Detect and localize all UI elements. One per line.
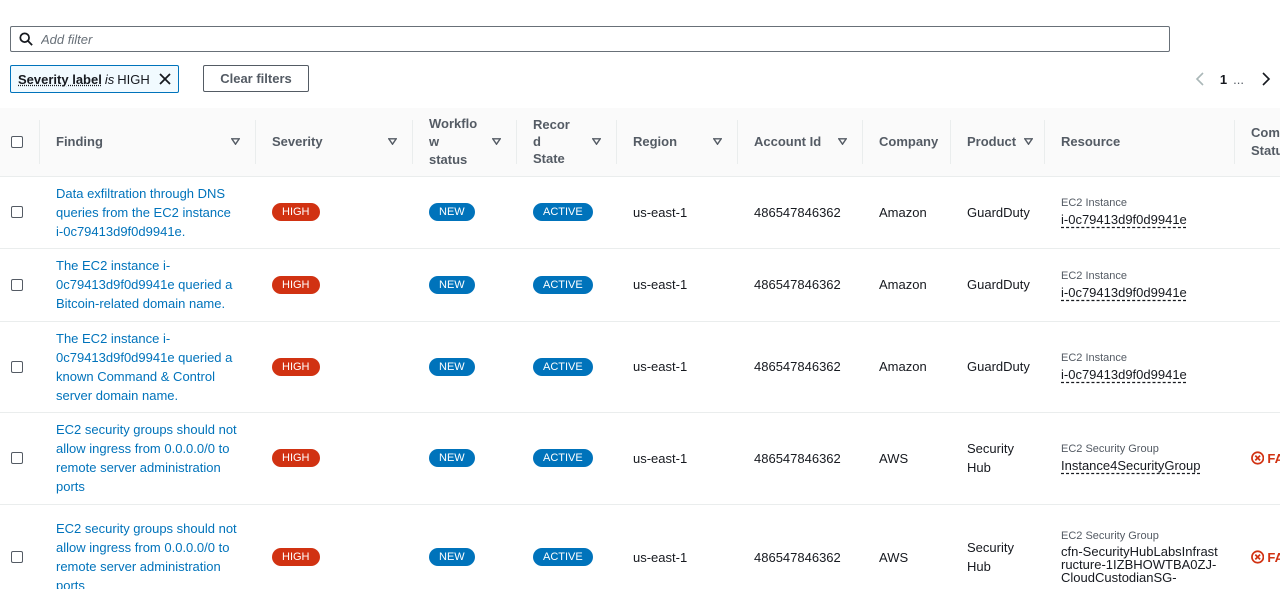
product-cell: GuardDuty xyxy=(951,321,1045,413)
resource-id[interactable]: Instance4SecurityGroup xyxy=(1061,458,1219,473)
findings-table: Finding Severity Workflo w status Recor … xyxy=(0,108,1280,589)
resource-type: EC2 Security Group xyxy=(1061,443,1159,455)
row-checkbox[interactable] xyxy=(11,360,23,373)
workflow-status-badge: NEW xyxy=(429,203,475,221)
resource-id[interactable]: cfn-SecurityHubLabsInfrastructure-1IZBHO… xyxy=(1061,545,1219,584)
sort-caret-icon[interactable] xyxy=(1024,138,1034,146)
finding-link[interactable]: Data exfiltration through DNS queries fr… xyxy=(56,184,240,241)
severity-badge: HIGH xyxy=(272,275,320,294)
failed-icon xyxy=(1251,550,1265,564)
sort-caret-icon[interactable] xyxy=(388,138,397,146)
resource-type: EC2 Security Group xyxy=(1061,530,1159,542)
pagination: 1 ... xyxy=(1186,68,1280,90)
account-id-cell: 486547846362 xyxy=(738,176,863,249)
sort-caret-icon[interactable] xyxy=(231,138,240,146)
row-checkbox[interactable] xyxy=(11,206,23,218)
column-header[interactable]: Company xyxy=(863,108,951,177)
page-number[interactable]: 1 xyxy=(1220,72,1227,87)
sort-caret-icon[interactable] xyxy=(592,138,601,146)
compliance-status: FA xyxy=(1251,451,1280,466)
company-cell: Amazon xyxy=(863,248,951,322)
table-row: The EC2 instance i-0c79413d9f0d9941e que… xyxy=(0,321,1280,413)
company-cell: Amazon xyxy=(863,321,951,413)
record-state-badge: ACTIVE xyxy=(533,275,593,294)
table-row: The EC2 instance i-0c79413d9f0d9941e que… xyxy=(0,248,1280,322)
token-operator: is xyxy=(104,71,115,87)
column-header[interactable]: Product xyxy=(951,108,1045,177)
table-row: Data exfiltration through DNS queries fr… xyxy=(0,176,1280,249)
resource-id[interactable]: i-0c79413d9f0d9941e xyxy=(1061,367,1219,382)
filter-bar[interactable] xyxy=(10,26,1170,52)
column-header[interactable]: Severity xyxy=(256,108,413,177)
column-header[interactable]: Workflo w status xyxy=(413,108,517,177)
record-state-badge: ACTIVE xyxy=(533,449,593,467)
page-ellipsis: ... xyxy=(1233,71,1244,87)
sort-caret-icon[interactable] xyxy=(492,138,501,146)
region-cell: us-east-1 xyxy=(617,176,738,249)
row-checkbox[interactable] xyxy=(11,452,23,464)
workflow-status-badge: NEW xyxy=(429,357,475,376)
token-value: HIGH xyxy=(117,71,150,87)
sort-caret-icon[interactable] xyxy=(838,138,847,146)
workflow-status-badge: NEW xyxy=(429,449,475,467)
row-checkbox[interactable] xyxy=(11,551,23,563)
severity-badge: HIGH xyxy=(272,548,320,566)
account-id-cell: 486547846362 xyxy=(738,504,863,589)
chevron-left-icon[interactable] xyxy=(1194,72,1206,86)
column-header[interactable]: Comp Statu xyxy=(1235,108,1280,177)
workflow-status-badge: NEW xyxy=(429,548,475,566)
region-cell: us-east-1 xyxy=(617,504,738,589)
workflow-status-badge: NEW xyxy=(429,275,475,294)
account-id-cell: 486547846362 xyxy=(738,412,863,505)
compliance-status: FA xyxy=(1251,550,1280,565)
account-id-cell: 486547846362 xyxy=(738,248,863,322)
close-icon[interactable] xyxy=(158,72,172,86)
select-all-checkbox[interactable] xyxy=(11,135,23,148)
record-state-badge: ACTIVE xyxy=(533,203,593,221)
finding-link[interactable]: EC2 security groups should not allow ing… xyxy=(56,420,240,496)
record-state-badge: ACTIVE xyxy=(533,357,593,376)
company-cell: AWS xyxy=(863,412,951,505)
token-label: Severity label xyxy=(18,71,102,87)
product-cell: GuardDuty xyxy=(951,176,1045,249)
column-header[interactable]: Account Id xyxy=(738,108,863,177)
company-cell: AWS xyxy=(863,504,951,589)
resource-type: EC2 Instance xyxy=(1061,269,1128,282)
row-checkbox[interactable] xyxy=(11,278,23,291)
chevron-right-icon[interactable] xyxy=(1260,72,1272,86)
finding-link[interactable]: The EC2 instance i-0c79413d9f0d9941e que… xyxy=(56,256,240,313)
record-state-badge: ACTIVE xyxy=(533,548,593,566)
column-header[interactable]: Finding xyxy=(40,108,256,177)
resource-id[interactable]: i-0c79413d9f0d9941e xyxy=(1061,285,1219,300)
region-cell: us-east-1 xyxy=(617,412,738,505)
severity-badge: HIGH xyxy=(272,203,320,221)
account-id-cell: 486547846362 xyxy=(738,321,863,413)
region-cell: us-east-1 xyxy=(617,248,738,322)
table-row: EC2 security groups should not allow ing… xyxy=(0,412,1280,505)
severity-badge: HIGH xyxy=(272,357,320,376)
region-cell: us-east-1 xyxy=(617,321,738,413)
table-row: EC2 security groups should not allow ing… xyxy=(0,504,1280,589)
search-icon xyxy=(19,32,33,46)
resource-type: EC2 Instance xyxy=(1061,197,1128,209)
resource-type: EC2 Instance xyxy=(1061,351,1128,364)
clear-filters-button[interactable]: Clear filters xyxy=(203,65,309,92)
filter-token: Severity label is HIGH xyxy=(10,65,179,93)
column-header[interactable]: Region xyxy=(617,108,738,177)
product-cell: GuardDuty xyxy=(951,248,1045,322)
product-cell: Security Hub xyxy=(951,412,1045,505)
finding-link[interactable]: The EC2 instance i-0c79413d9f0d9941e que… xyxy=(56,329,240,405)
column-header[interactable]: Resource xyxy=(1045,108,1235,177)
product-cell: Security Hub xyxy=(951,504,1045,589)
resource-id[interactable]: i-0c79413d9f0d9941e xyxy=(1061,212,1219,227)
failed-icon xyxy=(1251,451,1265,465)
company-cell: Amazon xyxy=(863,176,951,249)
column-header[interactable]: Recor d State xyxy=(517,108,617,177)
table-header: Finding Severity Workflo w status Recor … xyxy=(0,108,1280,177)
filter-input[interactable] xyxy=(41,31,1141,47)
severity-badge: HIGH xyxy=(272,449,320,467)
sort-caret-icon[interactable] xyxy=(713,138,722,146)
finding-link[interactable]: EC2 security groups should not allow ing… xyxy=(56,519,240,589)
